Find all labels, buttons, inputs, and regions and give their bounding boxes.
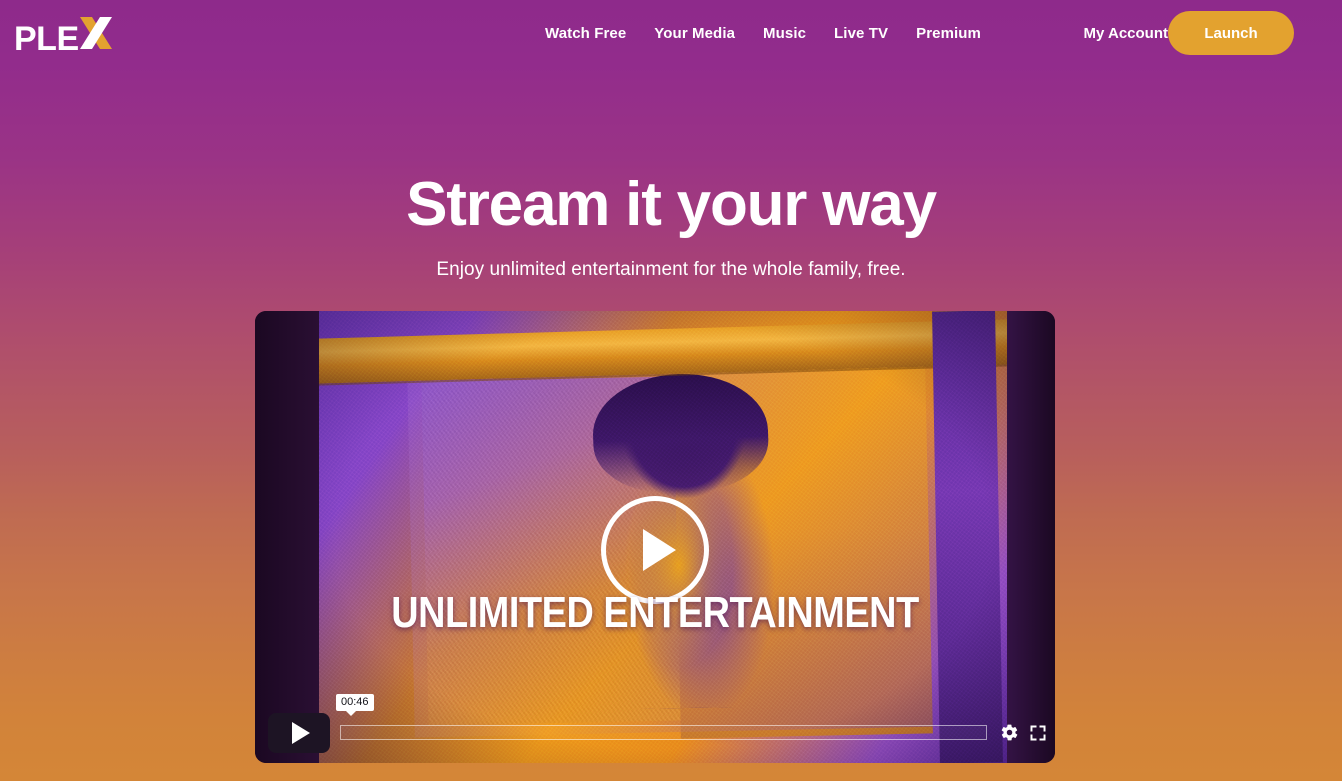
- site-header: PLE Watch Free Your Media Music Live TV …: [0, 0, 1342, 66]
- nav-item-watch-free[interactable]: Watch Free: [545, 25, 626, 42]
- play-button[interactable]: [268, 713, 330, 753]
- fullscreen-button[interactable]: [1029, 724, 1047, 742]
- plex-logo[interactable]: PLE: [14, 16, 112, 56]
- launch-button[interactable]: Launch: [1168, 11, 1294, 55]
- nav-item-live-tv[interactable]: Live TV: [834, 25, 888, 42]
- progress-bar-track[interactable]: [340, 725, 987, 740]
- video-player[interactable]: UNLIMITED ENTERTAINMENT 00:46: [255, 311, 1055, 763]
- page-title: Stream it your way: [406, 170, 937, 239]
- progress-bar-container[interactable]: 00:46: [336, 694, 987, 744]
- video-pillar-right: [1007, 311, 1055, 763]
- current-time-tooltip: 00:46: [336, 694, 374, 717]
- my-account-link[interactable]: My Account: [1084, 0, 1168, 66]
- main-nav: Watch Free Your Media Music Live TV Prem…: [545, 0, 981, 66]
- video-pillar-left: [255, 311, 319, 763]
- hero-subtitle: Enjoy unlimited entertainment for the wh…: [436, 259, 906, 280]
- nav-item-your-media[interactable]: Your Media: [654, 25, 735, 42]
- nav-item-music[interactable]: Music: [763, 25, 806, 42]
- settings-button[interactable]: [1000, 723, 1019, 742]
- play-icon: [643, 529, 676, 571]
- fullscreen-icon: [1030, 725, 1046, 741]
- play-icon: [291, 722, 310, 744]
- my-account-label: My Account: [1083, 24, 1168, 42]
- player-controls: 00:46: [255, 694, 1055, 763]
- nav-item-premium[interactable]: Premium: [916, 25, 981, 42]
- logo-text: PLE: [14, 20, 79, 58]
- gear-icon: [1001, 724, 1018, 741]
- logo-x-icon: [79, 16, 112, 50]
- video-caption-text: UNLIMITED ENTERTAINMENT: [391, 588, 919, 637]
